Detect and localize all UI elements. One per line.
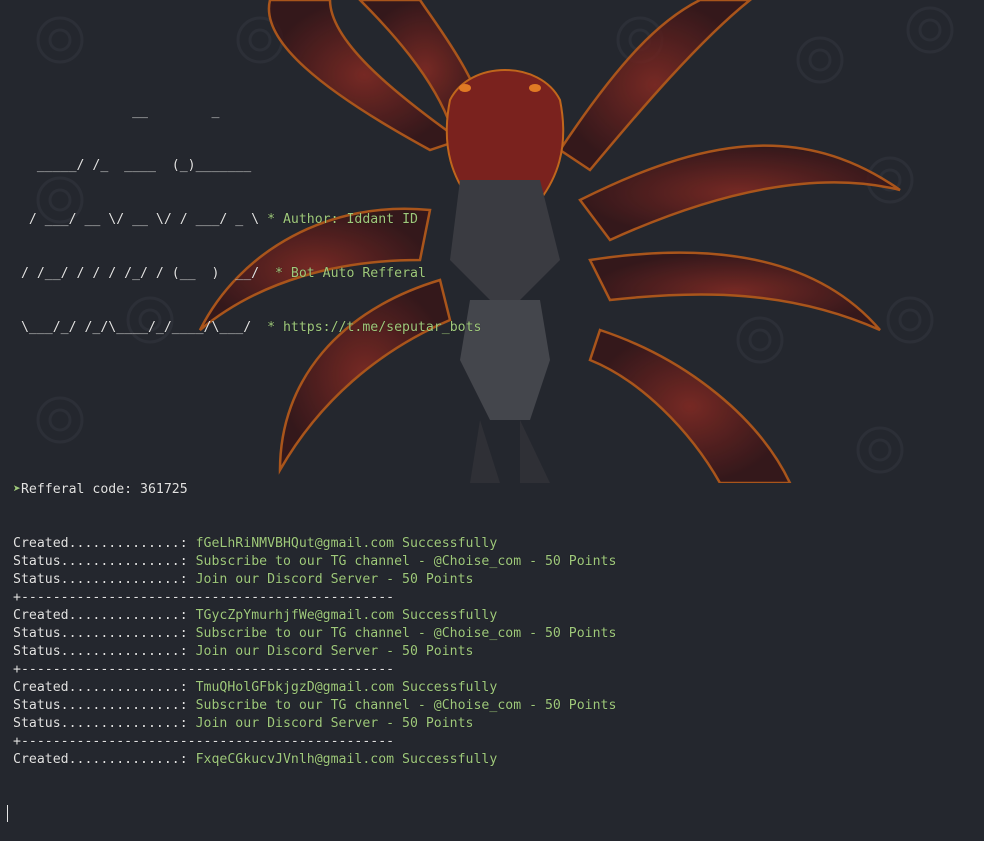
log-separator: +---------------------------------------… <box>13 661 984 679</box>
banner-art-2: _____/ /_ ____ (_)_______ <box>13 158 252 173</box>
log-entry: Created..............: TmuQHolGFbkjgzD@g… <box>13 679 984 697</box>
banner-line-2: _____/ /_ ____ (_)_______ <box>13 157 984 175</box>
log-entry: Created..............: TGycZpYmurhjfWe@g… <box>13 607 984 625</box>
log-value: Join our Discord Server - 50 Points <box>187 644 474 659</box>
log-entry: Status...............: Join our Discord … <box>13 643 984 661</box>
log-label: Status...............: <box>13 554 188 569</box>
log-value: fGeLhRiNMVBHQut@gmail.com Successfully <box>187 536 498 551</box>
log-entry: Status...............: Subscribe to our … <box>13 553 984 571</box>
banner-line-3: / ___/ __ \/ __ \/ / ___/ _ \ * Author: … <box>13 211 984 229</box>
log-label: Created..............: <box>13 752 188 767</box>
log-entry: Status...............: Subscribe to our … <box>13 625 984 643</box>
log-output: Created..............: fGeLhRiNMVBHQut@g… <box>13 535 984 769</box>
log-value: Subscribe to our TG channel - @Choise_co… <box>187 698 617 713</box>
banner-url: * https://t.me/seputar_bots <box>267 320 482 335</box>
arrow-icon: ➤ <box>13 482 21 497</box>
banner-art-3: / ___/ __ \/ __ \/ / ___/ _ \ <box>13 212 260 227</box>
prompt-line <box>7 805 984 823</box>
log-label: Created..............: <box>13 536 188 551</box>
separator-text: +---------------------------------------… <box>13 662 395 677</box>
log-value: Join our Discord Server - 50 Points <box>187 572 474 587</box>
banner-art-1: __ _ <box>13 104 220 119</box>
log-label: Status...............: <box>13 644 188 659</box>
log-value: TGycZpYmurhjfWe@gmail.com Successfully <box>187 608 498 623</box>
separator-text: +---------------------------------------… <box>13 590 395 605</box>
banner-spacer <box>13 49 984 67</box>
banner-line-5: \___/_/ /_/\____/_/____/\___/ * https://… <box>13 319 984 337</box>
log-separator: +---------------------------------------… <box>13 733 984 751</box>
log-entry: Status...............: Join our Discord … <box>13 571 984 589</box>
log-value: Join our Discord Server - 50 Points <box>187 716 474 731</box>
banner-art-4: / /__/ / / / /_/ / (__ ) __/ <box>13 266 260 281</box>
log-entry: Created..............: FxqeCGkucvJVnlh@g… <box>13 751 984 769</box>
text-cursor[interactable] <box>7 805 8 822</box>
log-value: Subscribe to our TG channel - @Choise_co… <box>187 554 617 569</box>
log-entry: Created..............: fGeLhRiNMVBHQut@g… <box>13 535 984 553</box>
referral-code: Refferal code: 361725 <box>20 482 188 497</box>
log-entry: Status...............: Subscribe to our … <box>13 697 984 715</box>
log-separator: +---------------------------------------… <box>13 589 984 607</box>
banner-author: * Author: Iddant ID <box>267 212 418 227</box>
log-label: Created..............: <box>13 680 188 695</box>
banner-art-5: \___/_/ /_/\____/_/____/\___/ <box>13 320 252 335</box>
log-label: Status...............: <box>13 716 188 731</box>
referral-line: ➤Refferal code: 361725 <box>13 481 984 499</box>
banner-bot-name: * Bot Auto Refferal <box>275 266 426 281</box>
log-value: FxqeCGkucvJVnlh@gmail.com Successfully <box>187 752 498 767</box>
log-value: Subscribe to our TG channel - @Choise_co… <box>187 626 617 641</box>
separator-text: +---------------------------------------… <box>13 734 395 749</box>
log-label: Status...............: <box>13 626 188 641</box>
banner-line-1: __ _ <box>13 103 984 121</box>
banner-line-4: / /__/ / / / /_/ / (__ ) __/ * Bot Auto … <box>13 265 984 283</box>
log-label: Created..............: <box>13 608 188 623</box>
log-label: Status...............: <box>13 698 188 713</box>
log-value: TmuQHolGFbkjgzD@gmail.com Successfully <box>187 680 498 695</box>
log-entry: Status...............: Join our Discord … <box>13 715 984 733</box>
log-label: Status...............: <box>13 572 188 587</box>
terminal-output: __ _ _____/ /_ ____ (_)_______ / ___/ __… <box>7 13 984 841</box>
